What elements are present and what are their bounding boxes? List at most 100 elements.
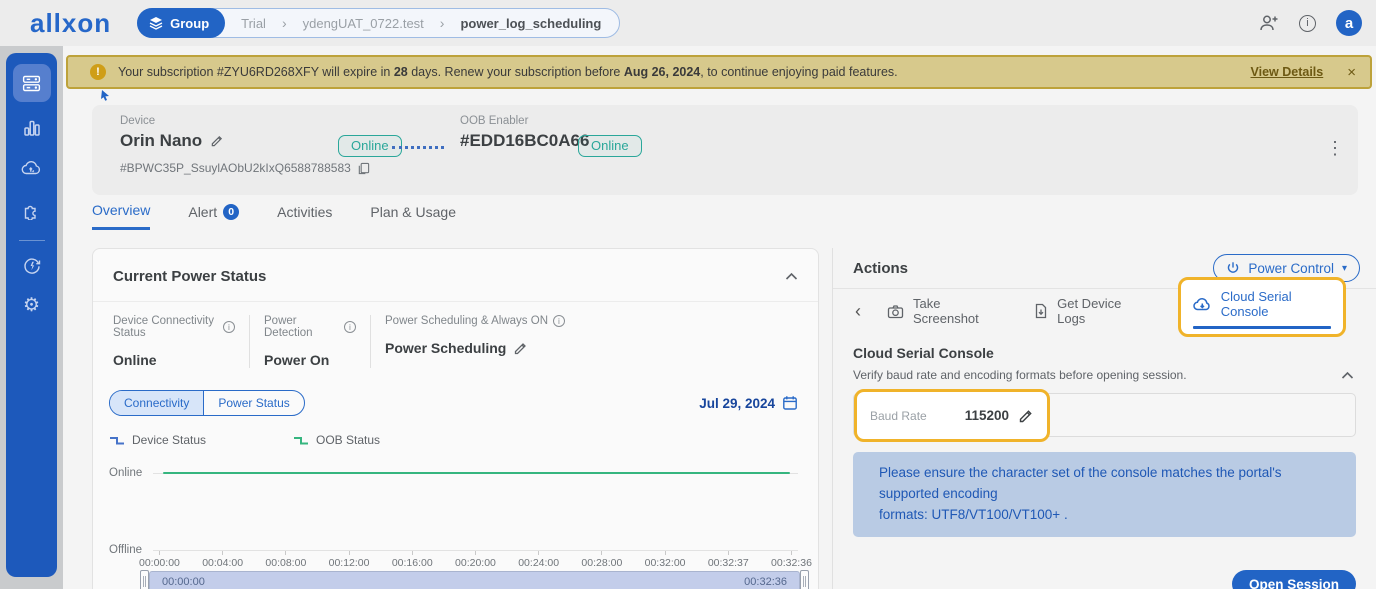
- power-status-card-title: Current Power Status: [113, 268, 267, 285]
- oob-status-badge: Online: [578, 135, 642, 157]
- x-axis-ticks: 00:00:00 00:04:00 00:08:00 00:12:00 00:1…: [139, 551, 812, 569]
- device-label: Device: [120, 115, 156, 127]
- oob-status-legend-label: OOB Status: [316, 433, 381, 447]
- subscription-banner: ! Your subscription #ZYU6RD268XFY will e…: [66, 55, 1372, 89]
- oob-enabler-id: #EDD16BC0A66: [460, 131, 590, 150]
- collapse-chevron-up-icon[interactable]: [785, 272, 798, 281]
- topbar-actions: i a: [1259, 10, 1362, 36]
- view-details-link[interactable]: View Details: [1251, 65, 1324, 79]
- info-icon[interactable]: i: [344, 321, 356, 333]
- copy-icon[interactable]: [357, 162, 370, 175]
- power-detection-label: Power Detection: [264, 315, 313, 339]
- divider: [370, 315, 371, 368]
- camera-icon: [887, 304, 904, 319]
- actions-nav: ‹ Take Screenshot Get Device Logs Cloud …: [833, 277, 1376, 337]
- slider-right-handle[interactable]: [800, 570, 809, 589]
- open-session-button[interactable]: Open Session: [1231, 570, 1356, 589]
- device-status-legend-icon: [109, 435, 125, 446]
- baud-rate-row: Baud Rate 115200: [853, 389, 1356, 442]
- slider-left-handle[interactable]: [140, 570, 149, 589]
- sidebar-divider: [18, 240, 45, 241]
- time-range-slider[interactable]: 00:00:00 00:32:36: [140, 570, 809, 589]
- bar-chart-icon: [22, 118, 42, 138]
- chevron-right-icon: ›: [281, 15, 287, 31]
- nav-get-device-logs[interactable]: Get Device Logs: [1034, 296, 1144, 326]
- divider: [249, 315, 250, 368]
- info-icon[interactable]: i: [553, 315, 565, 327]
- chevron-right-icon: ›: [439, 15, 445, 31]
- date-picker[interactable]: Jul 29, 2024: [699, 395, 798, 411]
- sidebar: ⚙: [6, 53, 57, 577]
- cloud-serial-console-section: Cloud Serial Console Verify baud rate an…: [833, 333, 1376, 589]
- encoding-notice-line1: Please ensure the character set of the c…: [879, 465, 1282, 501]
- devices-icon: [21, 73, 42, 94]
- edit-baud-rate-icon[interactable]: [1018, 408, 1034, 424]
- close-icon[interactable]: ×: [1347, 64, 1356, 81]
- slider-end-time: 00:32:36: [744, 575, 787, 588]
- sidebar-item-ota-updates[interactable]: [13, 247, 51, 285]
- kebab-menu-icon[interactable]: ⋮: [1326, 138, 1344, 159]
- baud-rate-highlight: Baud Rate 115200: [854, 389, 1050, 442]
- chart-date: Jul 29, 2024: [699, 395, 775, 411]
- encoding-notice: Please ensure the character set of the c…: [853, 452, 1356, 537]
- toggle-connectivity[interactable]: Connectivity: [110, 391, 205, 415]
- puzzle-icon: [22, 200, 42, 220]
- device-status-legend-label: Device Status: [132, 433, 207, 447]
- chart-mode-toggle: Connectivity Power Status: [109, 390, 305, 416]
- nav-cloud-serial-console-highlight: Cloud Serial Console: [1177, 277, 1346, 337]
- oob-status-line: [163, 472, 790, 474]
- power-icon: [1226, 261, 1240, 275]
- power-status-columns: Device Connectivity Status i Online Power…: [93, 302, 818, 382]
- edit-device-name-icon[interactable]: [210, 134, 224, 148]
- oob-connection-dotted-line: [392, 146, 444, 149]
- sidebar-item-devices[interactable]: [12, 64, 51, 102]
- current-power-status-card: Current Power Status Device Connectivity…: [92, 248, 819, 589]
- toggle-power-status[interactable]: Power Status: [204, 391, 303, 415]
- info-icon[interactable]: i: [223, 321, 235, 333]
- device-id: #BPWC35P_SsuylAObU2kIxQ6588788583: [120, 161, 351, 175]
- oob-status-legend-icon: [293, 435, 309, 446]
- device-summary-card: Device Orin Nano #BPWC35P_SsuylAObU2kIxQ…: [92, 105, 1358, 195]
- baud-rate-value: 115200: [964, 408, 1009, 423]
- encoding-notice-line2: formats: UTF8/VT100/VT100+ .: [879, 507, 1068, 522]
- tab-alert[interactable]: Alert 0: [188, 202, 240, 230]
- collapse-chevron-up-icon[interactable]: [1341, 371, 1354, 380]
- console-section-title: Cloud Serial Console: [853, 345, 994, 361]
- caret-down-icon: ▾: [1341, 262, 1347, 274]
- actions-title: Actions: [853, 259, 909, 277]
- oob-enabler-label: OOB Enabler: [460, 115, 529, 127]
- top-bar: allxon Group Trial › ydengUAT_0722.test …: [0, 0, 1376, 46]
- breadcrumb-item-trial[interactable]: Trial: [241, 16, 266, 31]
- file-download-icon: [1034, 303, 1048, 319]
- tab-overview[interactable]: Overview: [92, 202, 151, 230]
- allxon-logo: allxon: [30, 7, 112, 38]
- tab-plan-usage[interactable]: Plan & Usage: [370, 202, 456, 230]
- add-user-icon[interactable]: [1259, 14, 1279, 32]
- chevron-left-icon[interactable]: ‹: [855, 301, 861, 322]
- breadcrumb-item-ydenguat[interactable]: ydengUAT_0722.test: [303, 16, 424, 31]
- sidebar-item-analytics[interactable]: [13, 109, 51, 147]
- slider-start-time: 00:00:00: [162, 575, 205, 588]
- chart-legend: Device Status OOB Status: [93, 416, 818, 447]
- calendar-icon: [782, 395, 798, 411]
- power-scheduling-label: Power Scheduling & Always ON: [385, 315, 548, 327]
- connectivity-chart: Online Offline 00:00:00 00:04:00 00:08:0…: [109, 451, 812, 589]
- warning-icon: !: [90, 64, 106, 80]
- cloud-sync-icon: [21, 159, 42, 177]
- breadcrumb-group-label: Group: [170, 15, 210, 31]
- main-content: ! Your subscription #ZYU6RD268XFY will e…: [63, 46, 1376, 589]
- nav-cloud-serial-console[interactable]: Cloud Serial Console: [1193, 289, 1331, 319]
- cloud-icon: [1193, 297, 1212, 311]
- avatar[interactable]: a: [1336, 10, 1362, 36]
- actions-panel: Actions Power Control ▾ ‹ Take Screensho…: [832, 248, 1376, 589]
- console-subtitle: Verify baud rate and encoding formats be…: [853, 368, 1187, 382]
- sidebar-item-cloud-services[interactable]: [13, 149, 51, 187]
- info-icon[interactable]: i: [1299, 14, 1316, 32]
- alert-count-badge: 0: [223, 203, 240, 220]
- breadcrumb-group-pill[interactable]: Group: [137, 8, 226, 38]
- edit-power-scheduling-icon[interactable]: [513, 341, 528, 356]
- sidebar-item-plugins[interactable]: [13, 191, 51, 229]
- tab-activities[interactable]: Activities: [277, 202, 332, 230]
- nav-take-screenshot[interactable]: Take Screenshot: [887, 296, 1000, 326]
- sidebar-item-settings[interactable]: ⚙: [13, 286, 51, 324]
